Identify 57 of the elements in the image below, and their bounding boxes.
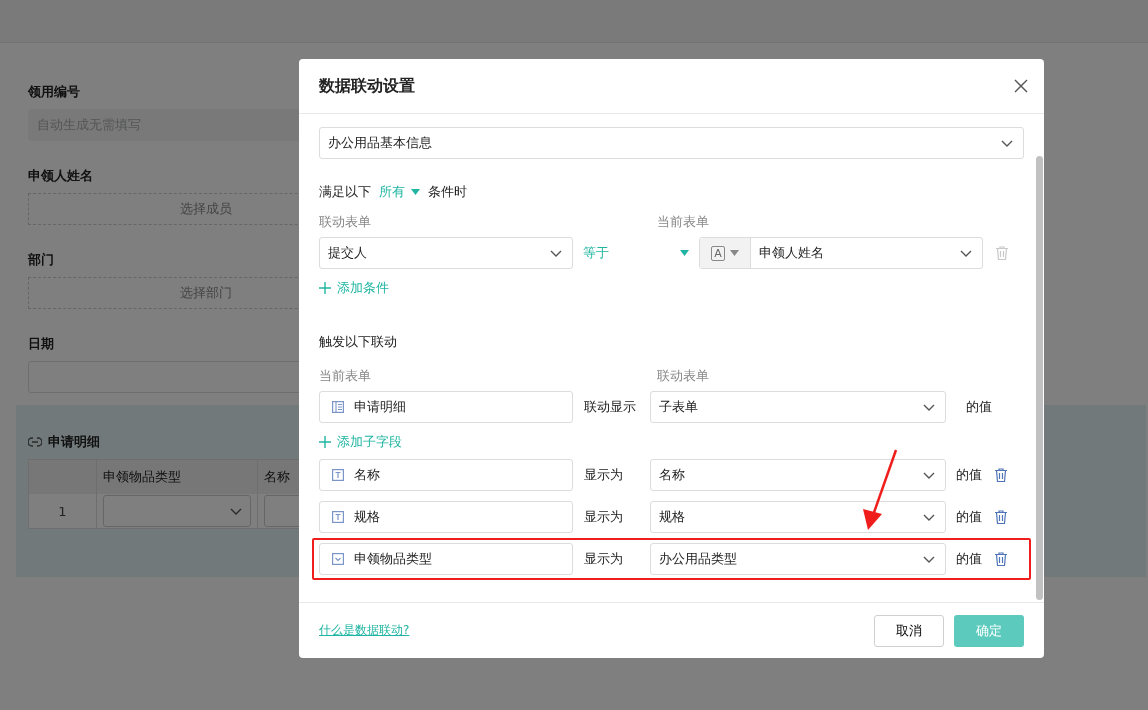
target-select[interactable]: 规格 <box>650 501 946 533</box>
field-select[interactable]: 提交人 <box>319 237 573 269</box>
section-title: 触发以下联动 <box>319 333 398 351</box>
value-suffix: 的值 <box>956 466 982 484</box>
close-icon[interactable] <box>1014 79 1028 93</box>
plus-icon <box>319 436 331 448</box>
target-select[interactable]: 名称 <box>650 459 946 491</box>
target-select[interactable]: 子表单 <box>650 391 946 423</box>
dropdown-field-icon <box>332 553 344 565</box>
form-select[interactable]: 办公用品基本信息 <box>319 127 1024 159</box>
add-subfield-button[interactable]: 添加子字段 <box>319 433 402 451</box>
dropdown-field[interactable] <box>103 495 251 527</box>
scrollbar-thumb[interactable] <box>1036 156 1043 600</box>
field-box: 申请明细 <box>319 391 573 423</box>
plus-icon <box>319 282 331 294</box>
subform-title: 申请明细 <box>48 433 100 451</box>
link-verb: 联动显示 <box>583 398 637 416</box>
field-label: 部门 <box>28 251 54 269</box>
link-icon <box>28 437 42 447</box>
chevron-down-icon <box>230 507 242 515</box>
condition-text: 条件时 <box>428 183 467 201</box>
value-suffix: 的值 <box>956 550 982 568</box>
delete-icon[interactable] <box>995 468 1007 482</box>
link-verb: 显示为 <box>583 550 624 568</box>
chevron-down-icon <box>923 513 935 521</box>
text-field-icon <box>332 511 344 523</box>
chevron-down-icon <box>1001 139 1013 147</box>
delete-icon[interactable] <box>995 510 1007 524</box>
chevron-down-icon <box>923 403 935 411</box>
chevron-down-icon <box>550 249 562 257</box>
link-verb: 显示为 <box>583 466 624 484</box>
target-select[interactable]: 办公用品类型 <box>650 543 946 575</box>
field-box: 规格 <box>319 501 573 533</box>
link-verb: 显示为 <box>583 508 624 526</box>
column-label: 当前表单 <box>319 367 372 385</box>
column-label: 联动表单 <box>657 367 709 385</box>
field-label: 日期 <box>28 335 54 353</box>
caret-icon <box>411 189 420 195</box>
dialog-title: 数据联动设置 <box>319 75 415 97</box>
field-box: 名称 <box>319 459 573 491</box>
delete-icon[interactable] <box>995 552 1007 566</box>
chevron-down-icon <box>923 471 935 479</box>
column-label: 当前表单 <box>657 213 709 231</box>
operator-dropdown[interactable]: 等于 <box>583 244 689 262</box>
value-suffix: 的值 <box>956 508 982 526</box>
chevron-down-icon <box>923 555 935 563</box>
cancel-button[interactable]: 取消 <box>874 614 944 647</box>
text-field-icon <box>332 469 344 481</box>
help-link[interactable]: 什么是数据联动? <box>319 622 410 639</box>
field-label: 领用编号 <box>28 83 80 101</box>
caret-icon <box>680 250 689 256</box>
table-icon <box>332 401 344 413</box>
table-header-cell: 申领物品类型 <box>97 460 258 494</box>
field-label: 申领人姓名 <box>28 167 93 185</box>
row-number: 1 <box>29 494 97 528</box>
field-box: 申领物品类型 <box>319 543 573 575</box>
value-suffix: 的值 <box>966 398 992 416</box>
